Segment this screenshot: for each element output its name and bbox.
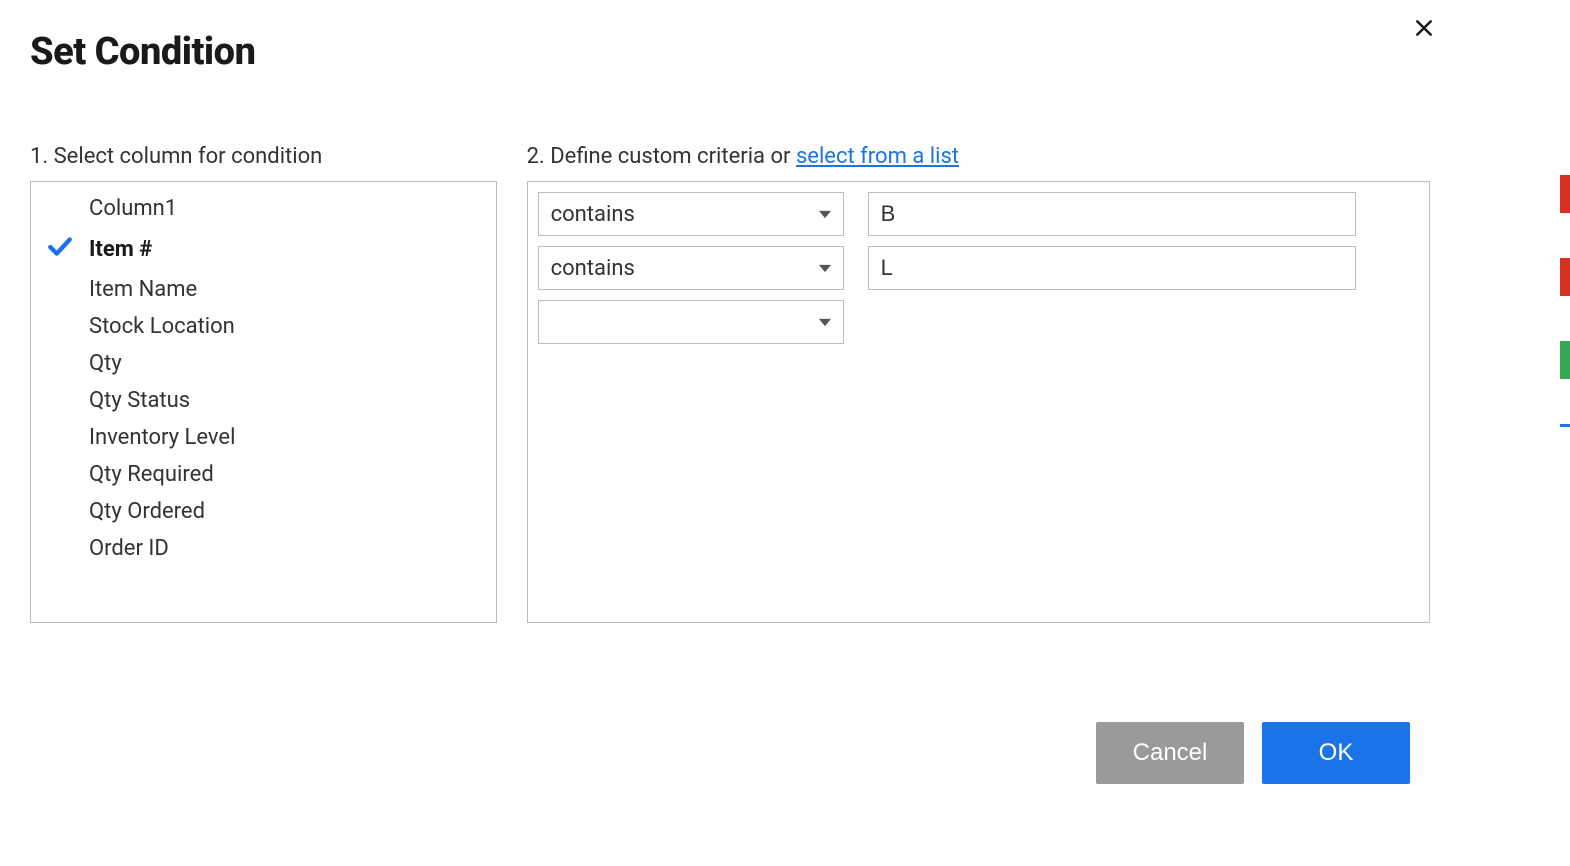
column-item-label: Column1 [89, 196, 177, 221]
criteria-panel: contains contains [527, 181, 1430, 623]
column-item[interactable]: Stock Location [31, 308, 496, 345]
bg-color-bar [1560, 424, 1570, 427]
operator-select[interactable]: contains [538, 192, 844, 236]
column-item[interactable]: Qty [31, 345, 496, 382]
operator-select-value: contains [551, 256, 635, 281]
bg-color-bar [1560, 258, 1570, 296]
column-item-label: Qty Required [89, 462, 214, 487]
column-item-label: Stock Location [89, 314, 235, 339]
set-condition-dialog: Set Condition 1. Select column for condi… [0, 0, 1460, 810]
criteria-value-input[interactable] [868, 246, 1356, 290]
cancel-button[interactable]: Cancel [1096, 722, 1244, 784]
dialog-footer: Cancel OK [1096, 722, 1410, 784]
column-item[interactable]: Item Name [31, 271, 496, 308]
column-item[interactable]: Item # [31, 227, 496, 271]
background-color-bars [1560, 0, 1570, 866]
operator-select-wrap: contains [538, 246, 844, 290]
operator-select[interactable] [538, 300, 844, 344]
column-item[interactable]: Qty Required [31, 456, 496, 493]
section-select-column: 1. Select column for condition Column1 It… [30, 144, 497, 623]
criteria-value-input[interactable] [868, 192, 1356, 236]
column-item-label: Qty [89, 351, 122, 376]
close-icon [1414, 18, 1434, 42]
section2-label-prefix: 2. Define custom criteria or [527, 144, 796, 169]
column-item-label: Inventory Level [89, 425, 235, 450]
bg-color-bar [1560, 175, 1570, 213]
criteria-row: contains [538, 246, 1419, 290]
column-item-label: Order ID [89, 536, 169, 561]
column-item[interactable]: Qty Status [31, 382, 496, 419]
column-item[interactable]: Column1 [31, 190, 496, 227]
column-item-label: Qty Ordered [89, 499, 205, 524]
ok-button[interactable]: OK [1262, 722, 1410, 784]
column-item-label: Item Name [89, 277, 197, 302]
column-item-label: Item # [89, 237, 152, 262]
column-list: Column1 Item # Item Name Stock Location Qty Q… [31, 190, 496, 567]
caret-down-icon [819, 256, 831, 281]
operator-select[interactable]: contains [538, 246, 844, 290]
section1-label: 1. Select column for condition [30, 144, 497, 169]
operator-select-wrap [538, 300, 844, 344]
caret-down-icon [819, 202, 831, 227]
check-icon [47, 233, 89, 265]
dialog-title: Set Condition [30, 30, 1430, 74]
column-item[interactable]: Inventory Level [31, 419, 496, 456]
close-button[interactable] [1412, 18, 1436, 42]
bg-color-bar [1560, 341, 1570, 379]
section2-label: 2. Define custom criteria or select from… [527, 144, 1430, 169]
operator-select-wrap: contains [538, 192, 844, 236]
column-item[interactable]: Order ID [31, 530, 496, 567]
criteria-row: contains [538, 192, 1419, 236]
select-from-list-link[interactable]: select from a list [796, 144, 959, 169]
column-list-panel: Column1 Item # Item Name Stock Location Qty Q… [30, 181, 497, 623]
column-item-label: Qty Status [89, 388, 190, 413]
content-row: 1. Select column for condition Column1 It… [30, 144, 1430, 623]
column-item[interactable]: Qty Ordered [31, 493, 496, 530]
section-define-criteria: 2. Define custom criteria or select from… [527, 144, 1430, 623]
caret-down-icon [819, 310, 831, 335]
operator-select-value: contains [551, 202, 635, 227]
criteria-row [538, 300, 1419, 344]
